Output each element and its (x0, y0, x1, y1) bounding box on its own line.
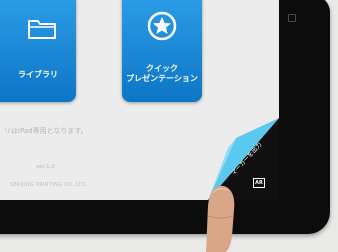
library-label: ライブラリ (18, 70, 58, 79)
quick-label-line2: プレゼンテーション (126, 74, 198, 83)
ar-badge: AR (253, 178, 265, 188)
library-tile-button[interactable]: ライブラリ (0, 0, 76, 102)
folder-icon (28, 20, 56, 39)
device-notice-text: リはiPad専用となります。 (4, 127, 88, 135)
finger-image (206, 185, 235, 252)
quick-presentation-label: クイック プレゼンテーション (122, 64, 202, 84)
star-icon (147, 11, 177, 41)
version-text: ver.1.0 (36, 164, 55, 170)
photo-scene: ライブラリ クイック プレゼンテーション リはiPad専用となります。 ver.… (0, 0, 338, 252)
quick-presentation-tile-button[interactable]: クイック プレゼンテーション (122, 0, 202, 102)
app-screen: ライブラリ クイック プレゼンテーション リはiPad専用となります。 ver.… (0, 0, 279, 200)
quick-label-line1: クイック (146, 64, 178, 73)
company-name: SEKIJING PRINTING CO.,LTD. (10, 182, 88, 188)
camera-sensor (288, 14, 296, 22)
